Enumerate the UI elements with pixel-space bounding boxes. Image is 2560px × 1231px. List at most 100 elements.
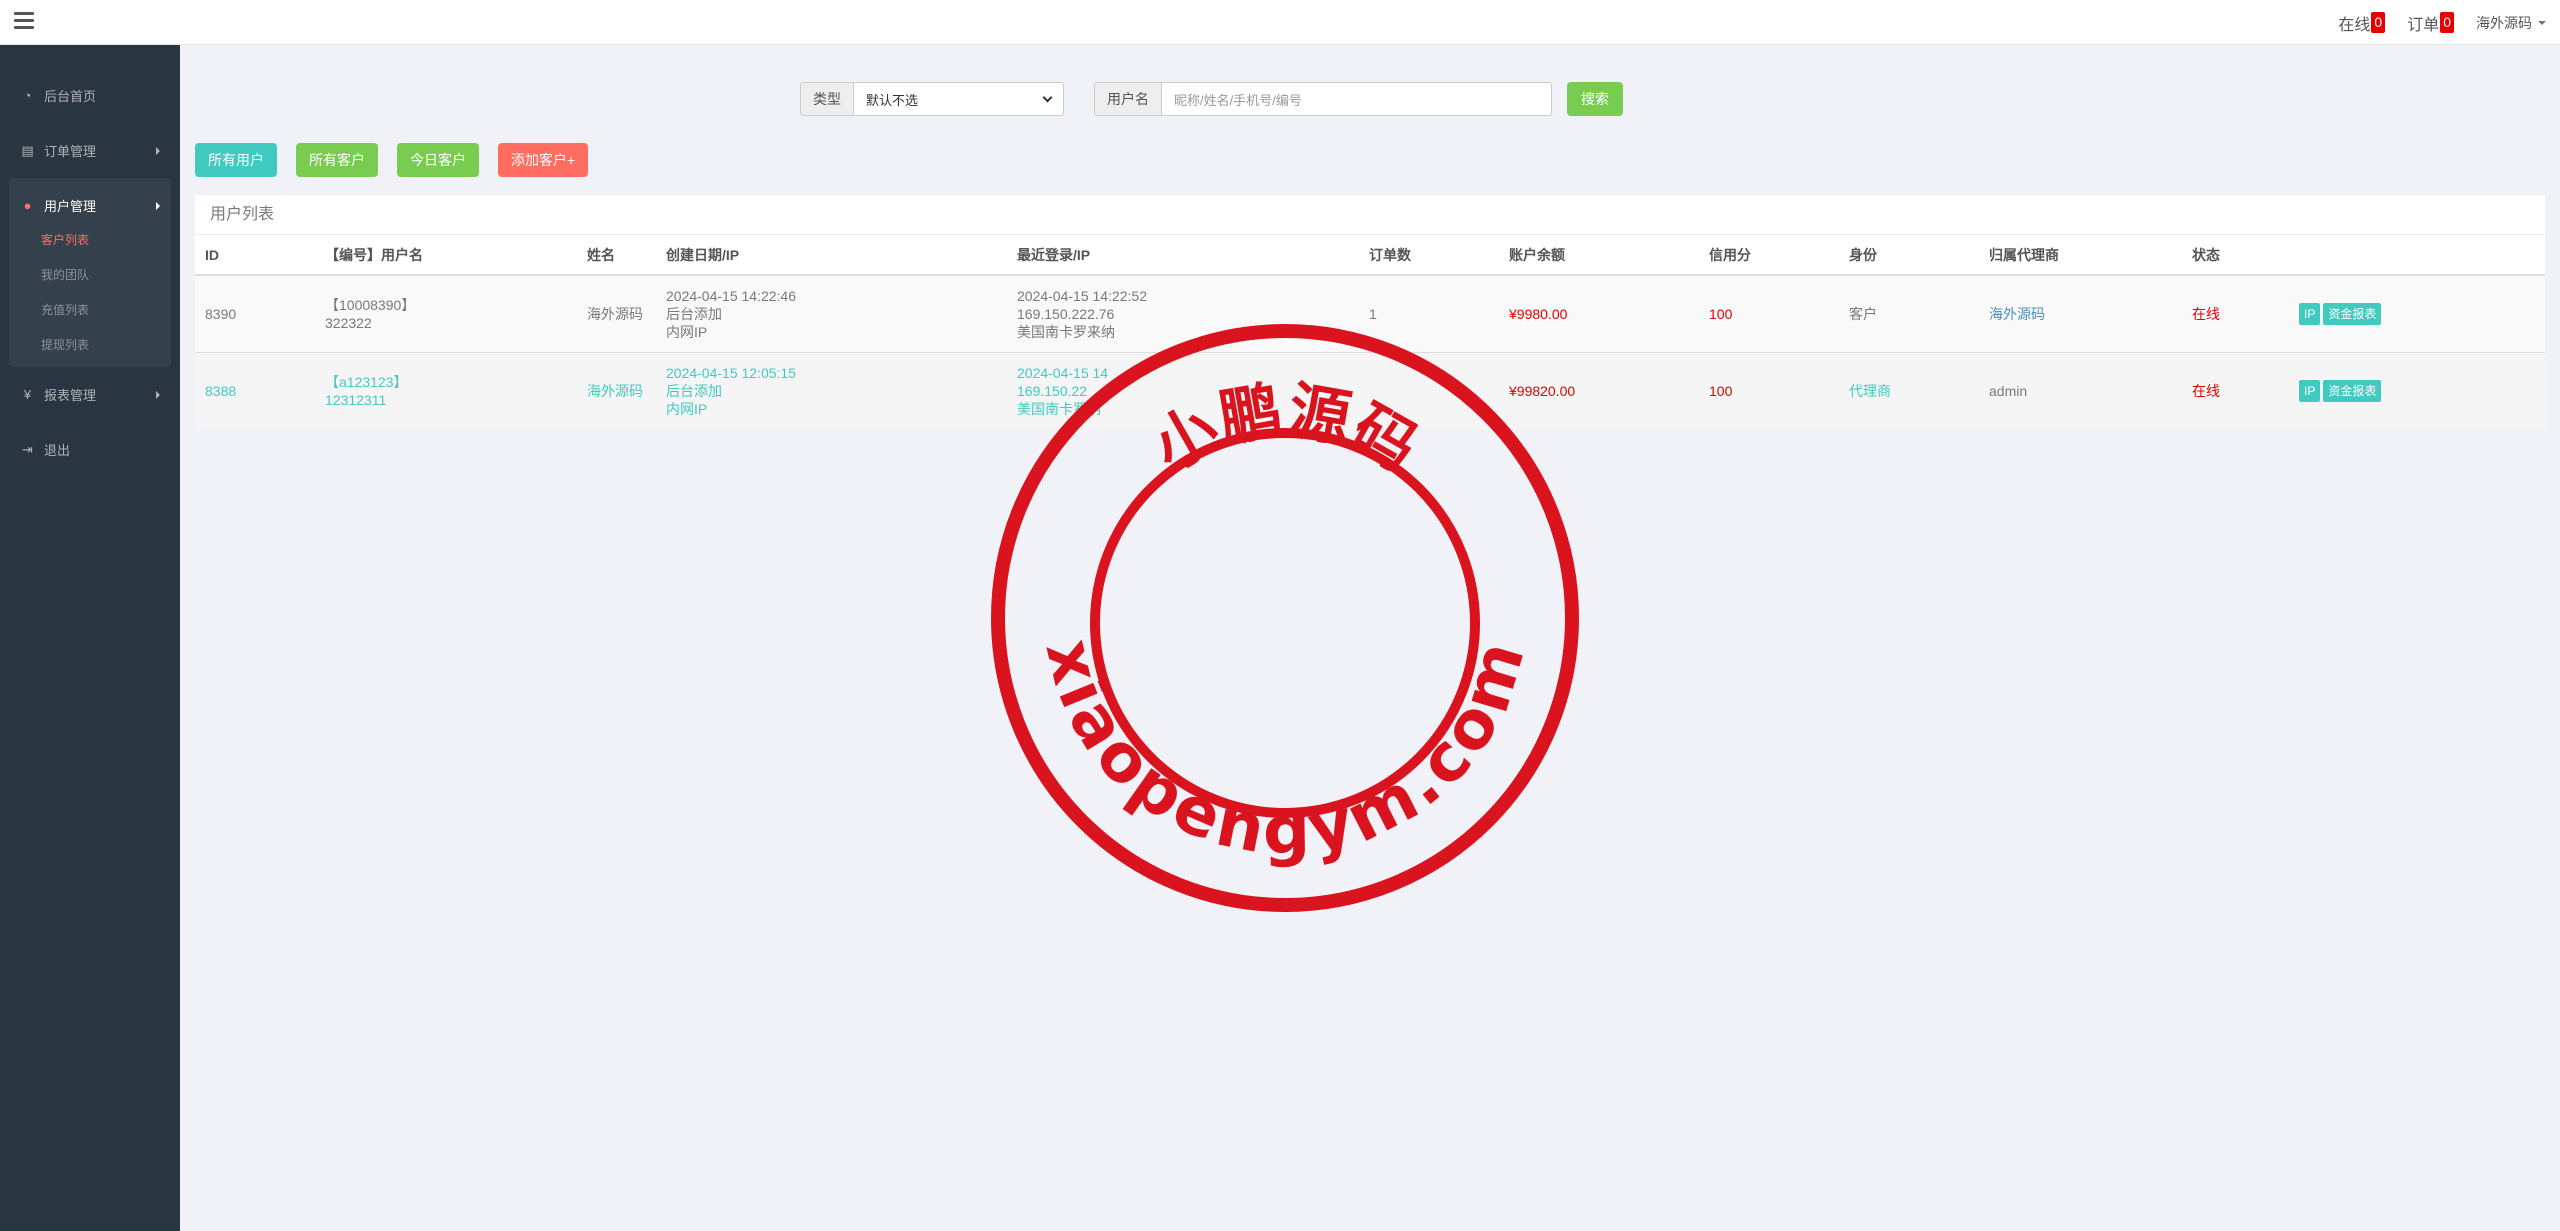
chevron-right-icon xyxy=(156,391,160,399)
online-label: 在线 xyxy=(2338,16,2371,34)
orders-icon: ▤ xyxy=(21,142,34,158)
sidebar-item-reports[interactable]: ¥ 报表管理 xyxy=(0,367,180,422)
login-date: 2024-04-15 14 xyxy=(1017,364,1109,381)
cell-id: 8390 xyxy=(195,274,315,352)
column-header-actions xyxy=(2289,235,2545,276)
all-customers-button[interactable]: 所有客户 xyxy=(296,143,378,177)
cell-balance: ¥99820.00 xyxy=(1499,351,1699,429)
login-location: 美国南卡罗来纳 xyxy=(1017,323,1115,340)
created-date: 2024-04-15 14:22:46 xyxy=(666,287,796,304)
yen-icon: ¥ xyxy=(23,387,32,402)
login-ip: 169.150.222.76 xyxy=(1017,305,1115,322)
sidebar: ◔ 后台首页 ▤ 订单管理 ● 用户管理 客户列表 我的团队 充值列表 提现列表… xyxy=(0,45,180,1231)
all-users-button[interactable]: 所有用户 xyxy=(195,143,277,177)
user-code: 【10008390】 xyxy=(325,296,416,313)
cell-agent: admin xyxy=(1979,351,2182,429)
created-source: 后台添加 xyxy=(666,382,722,399)
sidebar-subitem-my-team[interactable]: 我的团队 xyxy=(9,258,171,293)
users-submenu: 客户列表 我的团队 充值列表 提现列表 xyxy=(9,223,171,367)
today-customers-button[interactable]: 今日客户 xyxy=(397,143,479,177)
cell-name: 海外源码 xyxy=(577,274,656,352)
user-name: 海外源码 xyxy=(2476,14,2532,31)
login-ip: 169.150.22 xyxy=(1017,382,1088,399)
type-selected-value: 默认不选 xyxy=(866,92,919,108)
cell-orders xyxy=(1359,351,1499,429)
column-header: 状态 xyxy=(2182,235,2289,276)
login-location: 美国南卡罗纳 xyxy=(1017,400,1101,417)
caret-down-icon xyxy=(2538,20,2546,25)
username-placeholder: 昵称/姓名/手机号/编号 xyxy=(1174,92,1302,108)
sidebar-item-dashboard[interactable]: ◔ 后台首页 xyxy=(0,68,180,123)
created-ip: 内网IP xyxy=(666,400,708,417)
sidebar-item-label: 用户管理 xyxy=(44,199,97,214)
cell-last-login: 2024-04-15 14 169.150.22 美国南卡罗纳 xyxy=(1007,351,1359,429)
created-date: 2024-04-15 12:05:15 xyxy=(666,364,796,381)
cell-username: 【10008390】 322322 xyxy=(315,274,577,352)
menu-toggle-icon[interactable] xyxy=(14,12,34,30)
type-select[interactable]: 默认不选 xyxy=(854,82,1064,116)
column-header: 最近登录/IP xyxy=(1007,235,1359,276)
sidebar-item-orders[interactable]: ▤ 订单管理 xyxy=(0,123,180,178)
sidebar-item-label: 订单管理 xyxy=(44,144,97,159)
top-bar: 在线 0 订单 0 海外源码 xyxy=(0,0,2560,45)
online-indicator[interactable]: 在线 0 xyxy=(2338,11,2386,35)
filter-buttons: 所有用户 所有客户 今日客户 添加客户+ xyxy=(195,143,589,177)
main-content: 类型 默认不选 用户名 昵称/姓名/手机号/编号 搜索 所有用户 所有客户 今日… xyxy=(180,45,2560,1231)
chevron-right-icon xyxy=(156,202,160,210)
sidebar-item-logout[interactable]: ⇥ 退出 xyxy=(0,422,180,477)
cell-id: 8388 xyxy=(195,351,315,429)
user-code: 【a123123】 xyxy=(325,373,408,390)
cell-role: 代理商 xyxy=(1839,351,1979,429)
column-header: 账户余额 xyxy=(1499,235,1699,276)
sidebar-item-users[interactable]: ● 用户管理 xyxy=(9,178,171,233)
chevron-right-icon xyxy=(156,147,160,155)
user-username: 322322 xyxy=(325,314,372,331)
fund-report-button[interactable]: 资金报表 xyxy=(2323,379,2382,402)
user-menu-dropdown[interactable]: 海外源码 xyxy=(2476,13,2546,33)
cell-actions: IP 资金报表 xyxy=(2289,351,2545,429)
column-header: 订单数 xyxy=(1359,235,1499,276)
chevron-down-icon xyxy=(1042,92,1053,102)
orders-count-badge: 0 xyxy=(2440,12,2454,33)
search-button[interactable]: 搜索 xyxy=(1567,82,1623,116)
ip-button[interactable]: IP xyxy=(2299,302,2321,325)
online-count-badge: 0 xyxy=(2371,12,2386,33)
sidebar-item-label: 退出 xyxy=(44,443,71,458)
cell-balance: ¥9980.00 xyxy=(1499,274,1699,352)
column-header: 【编号】用户名 xyxy=(315,235,577,276)
cell-credit: 100 xyxy=(1699,351,1839,429)
cell-agent[interactable]: 海外源码 xyxy=(1979,274,2182,352)
dashboard-icon: ◔ xyxy=(23,88,32,103)
created-ip: 内网IP xyxy=(666,323,708,340)
orders-label: 订单 xyxy=(2407,16,2440,34)
cell-status: 在线 xyxy=(2182,351,2289,429)
cell-orders: 1 xyxy=(1359,274,1499,352)
top-right-area: 在线 0 订单 0 海外源码 xyxy=(2338,0,2546,45)
user-table: ID 【编号】用户名 姓名 创建日期/IP 最近登录/IP 订单数 账户余额 信… xyxy=(195,235,2545,429)
search-form: 类型 默认不选 用户名 昵称/姓名/手机号/编号 搜索 xyxy=(800,82,1623,116)
table-row: 8388 【a123123】 12312311 海外源码 2024-04-15 1… xyxy=(195,351,2545,429)
logout-icon: ⇥ xyxy=(22,441,33,457)
cell-status: 在线 xyxy=(2182,274,2289,352)
created-source: 后台添加 xyxy=(666,305,722,322)
column-header: 姓名 xyxy=(577,235,656,276)
cell-actions: IP 资金报表 xyxy=(2289,274,2545,352)
add-customer-button[interactable]: 添加客户+ xyxy=(498,143,589,177)
user-username: 12312311 xyxy=(325,391,387,408)
username-search-input[interactable]: 昵称/姓名/手机号/编号 xyxy=(1162,82,1552,116)
column-header: 身份 xyxy=(1839,235,1979,276)
orders-indicator[interactable]: 订单 0 xyxy=(2407,11,2454,35)
column-header: 创建日期/IP xyxy=(656,235,1007,276)
column-header: 信用分 xyxy=(1699,235,1839,276)
cell-username: 【a123123】 12312311 xyxy=(315,351,577,429)
user-icon: ● xyxy=(23,198,32,213)
table-header-row: ID 【编号】用户名 姓名 创建日期/IP 最近登录/IP 订单数 账户余额 信… xyxy=(195,235,2545,276)
sidebar-subitem-recharge-list[interactable]: 充值列表 xyxy=(9,293,171,328)
column-header: 归属代理商 xyxy=(1979,235,2182,276)
sidebar-subitem-withdraw-list[interactable]: 提现列表 xyxy=(9,328,171,363)
fund-report-button[interactable]: 资金报表 xyxy=(2323,302,2382,325)
cell-role: 客户 xyxy=(1839,274,1979,352)
login-date: 2024-04-15 14:22:52 xyxy=(1017,287,1147,304)
cell-created: 2024-04-15 12:05:15 后台添加 内网IP xyxy=(656,351,1007,429)
ip-button[interactable]: IP xyxy=(2299,379,2321,402)
